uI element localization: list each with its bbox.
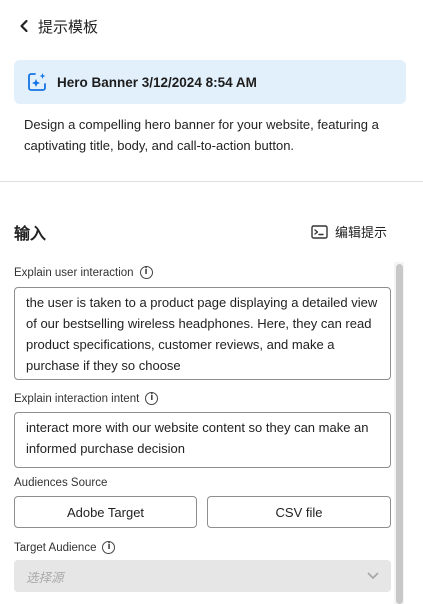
sparkle-frame-icon [28,73,46,91]
terminal-icon [311,224,328,239]
chevron-down-icon [367,572,379,579]
divider [0,181,423,182]
section-title-input: 输入 [14,224,47,243]
edit-prompt-label: 编辑提示 [335,226,388,241]
scrollbar-thumb[interactable] [396,264,403,604]
interaction-intent-textarea[interactable]: interact more with our website content s… [14,412,391,468]
adobe-target-button[interactable]: Adobe Target [14,496,197,528]
field-label-audiences-source: Audiences Source [14,477,107,489]
label-text: Audiences Source [14,477,108,489]
select-placeholder: 选择源 [26,569,64,585]
edit-prompt-button[interactable]: 编辑提示 [311,222,387,241]
template-banner: Hero Banner 3/12/2024 8:54 AM [14,60,406,104]
template-description: Design a compelling hero banner for your… [24,117,379,153]
info-icon[interactable]: i [145,392,159,405]
label-text: Target Audience [14,541,97,554]
field-label-user-interaction: Explain user interaction i [14,266,153,279]
user-interaction-textarea[interactable]: the user is taken to a product page disp… [14,287,391,380]
label-text: Explain interaction intent [14,392,140,405]
label-text: Explain user interaction [14,266,134,279]
target-audience-select[interactable]: 选择源 [14,560,391,592]
field-label-target-audience: Target Audience i [14,541,116,554]
field-label-interaction-intent: Explain interaction intent i [14,392,159,405]
banner-title: Hero Banner 3/12/2024 8:54 AM [57,74,257,90]
info-icon[interactable]: i [102,541,116,554]
csv-file-button[interactable]: CSV file [207,496,391,528]
back-button[interactable]: 提示模板 [18,14,98,38]
info-icon[interactable]: i [139,266,153,279]
chevron-left-icon [20,19,28,33]
page-title: 提示模板 [38,17,99,36]
